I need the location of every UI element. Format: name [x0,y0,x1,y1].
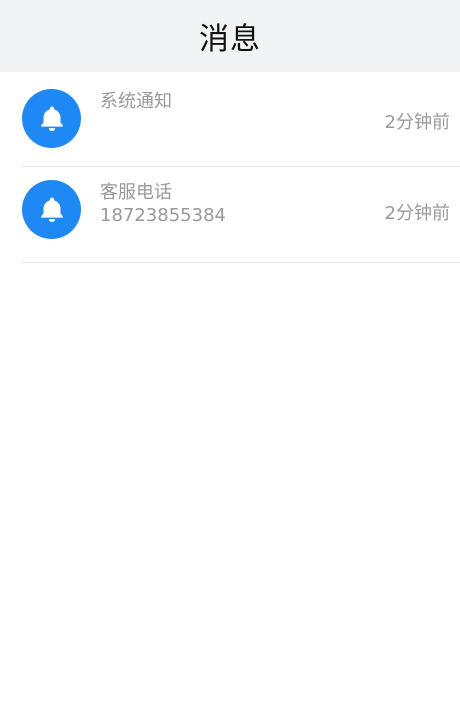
message-time: 2分钟前 [384,112,450,133]
message-text: 客服电话 18723855384 [100,181,226,227]
message-subtitle: 18723855384 [100,205,226,226]
bell-icon [40,106,63,131]
message-time: 2分钟前 [384,203,450,224]
message-item-customer-service[interactable]: 客服电话 18723855384 2分钟前 [22,167,460,263]
notification-avatar [22,180,81,239]
message-title: 系统通知 [100,91,172,112]
notification-avatar [22,89,81,148]
top-header: 消息 [0,0,460,72]
bell-icon [40,197,63,222]
message-item-system-notice[interactable]: 系统通知 2分钟前 [22,72,460,167]
page-title: 消息 [199,22,261,57]
message-list: 系统通知 2分钟前 客服电话 18723855384 2分钟前 [0,72,460,263]
message-text: 系统通知 [100,90,172,113]
message-title: 客服电话 [100,182,172,203]
